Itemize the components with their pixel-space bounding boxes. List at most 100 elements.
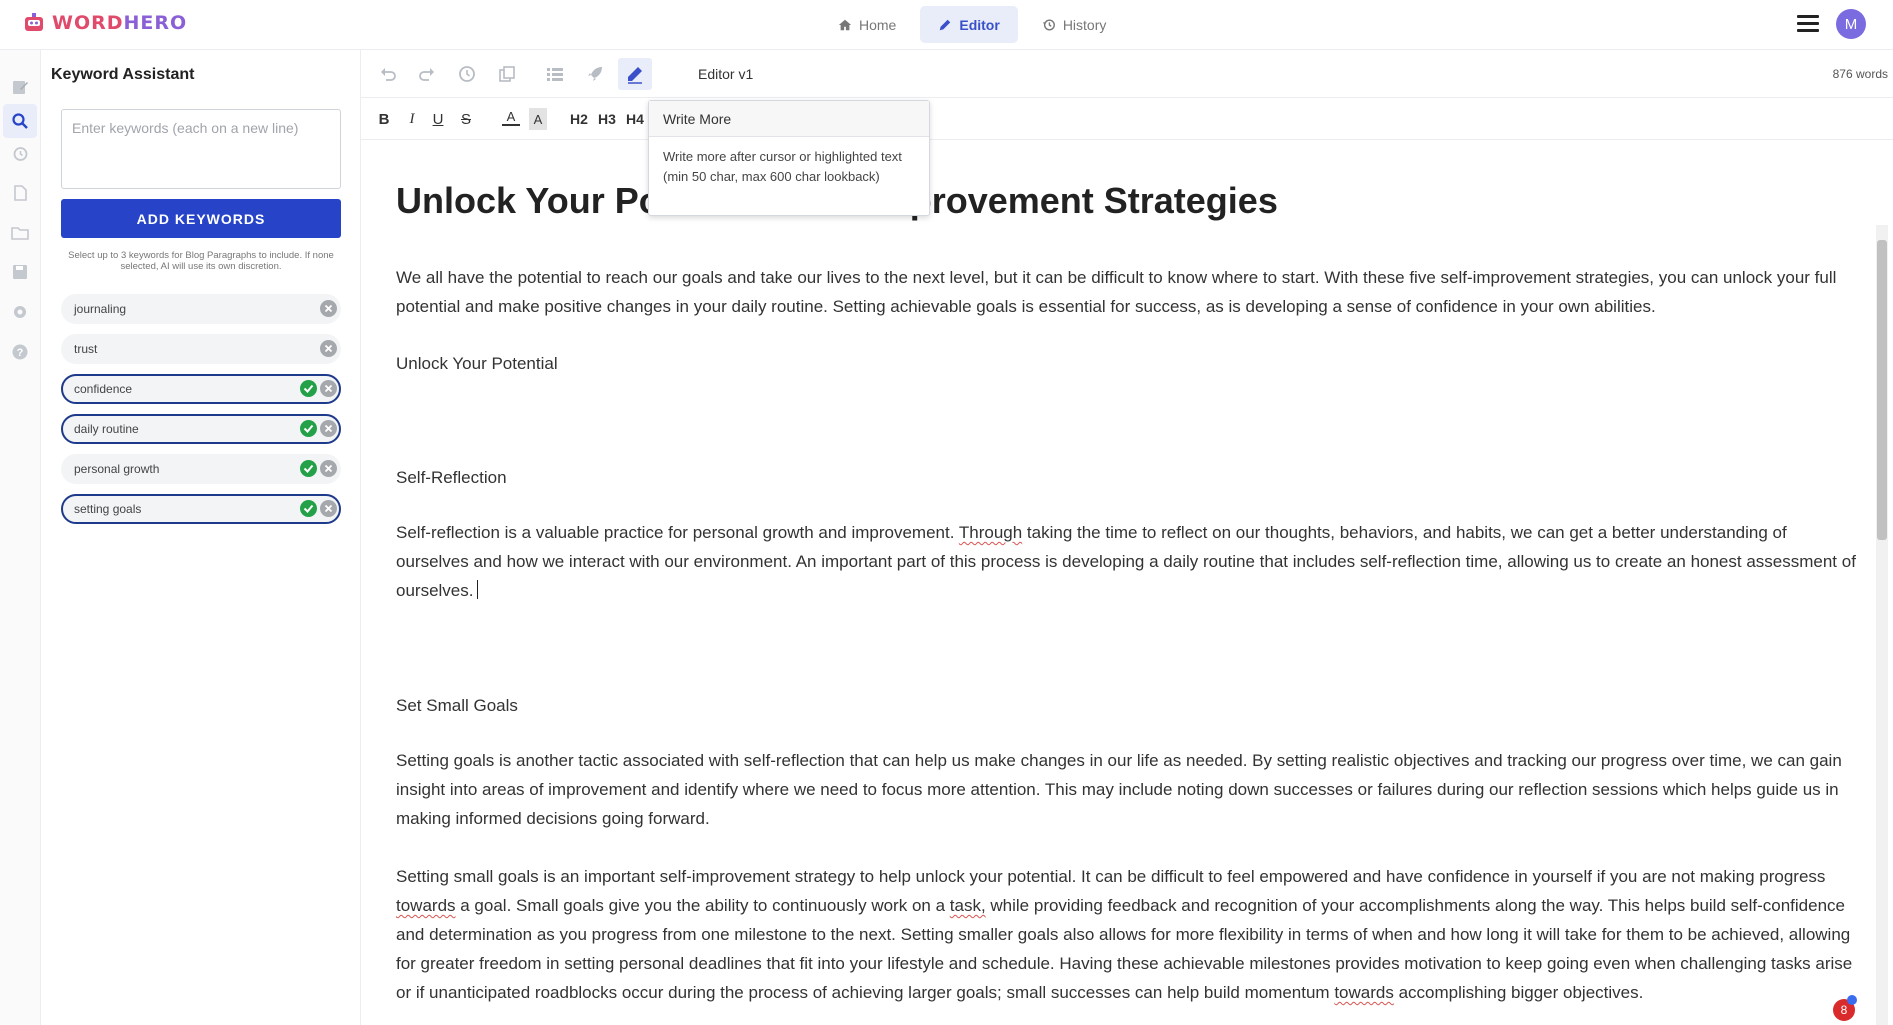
check-icon xyxy=(300,460,317,477)
svg-text:?: ? xyxy=(17,347,24,359)
rail-help[interactable]: ? xyxy=(3,335,37,369)
nav-home-label: Home xyxy=(859,16,897,33)
keyword-chip-trust[interactable]: trust xyxy=(61,334,341,364)
edit-icon xyxy=(13,81,28,94)
scrollbar-thumb[interactable] xyxy=(1877,240,1887,540)
logo-hero: HERO xyxy=(123,12,188,34)
nav-home[interactable]: Home xyxy=(820,6,914,43)
nav-history-label: History xyxy=(1062,16,1107,33)
document-editor[interactable]: Unlock Your Po provement Strategies We al… xyxy=(396,140,1876,1025)
flagged-word[interactable]: towards xyxy=(396,896,456,915)
redo-button[interactable] xyxy=(410,58,444,90)
undo-button[interactable] xyxy=(371,58,405,90)
rail-document[interactable] xyxy=(3,176,37,210)
editor-scrollbar[interactable] xyxy=(1876,225,1888,1025)
menu-icon[interactable] xyxy=(1797,15,1819,33)
format-toolbar: B I U S A A H2 H3 H4 xyxy=(361,98,1893,140)
main-nav: Home Editor History xyxy=(820,6,1124,43)
icon-rail: ? xyxy=(0,50,41,1025)
keyword-chip-journaling[interactable]: journaling xyxy=(61,294,341,324)
heading-set-small-goals[interactable]: Set Small Goals xyxy=(396,696,518,716)
copy-button[interactable] xyxy=(490,58,524,90)
self-reflection-paragraph[interactable]: Self-reflection is a valuable practice f… xyxy=(396,518,1861,605)
history-icon xyxy=(13,147,28,161)
heading-2-button[interactable]: H2 xyxy=(570,108,588,130)
nav-history[interactable]: History xyxy=(1024,6,1125,43)
font-color-button[interactable]: A xyxy=(502,108,520,126)
remove-keyword-icon[interactable] xyxy=(320,300,337,317)
avatar[interactable]: M xyxy=(1836,9,1866,39)
keyword-label: trust xyxy=(74,342,98,356)
list-icon xyxy=(547,68,563,81)
strikethrough-button[interactable]: S xyxy=(457,108,475,130)
remove-keyword-icon[interactable] xyxy=(320,500,337,517)
check-icon xyxy=(300,420,317,437)
rail-history[interactable] xyxy=(3,137,37,171)
wordhero-logo-icon xyxy=(25,13,43,31)
tooltip-title: Write More xyxy=(649,101,929,137)
logo[interactable]: WORDHERO xyxy=(22,11,187,35)
write-more-pencil-icon xyxy=(628,67,642,84)
remove-keyword-icon[interactable] xyxy=(320,460,337,477)
keyword-chip-setting-goals[interactable]: setting goals xyxy=(61,494,341,524)
rocket-icon xyxy=(588,67,602,81)
document-title-right: provement Strategies xyxy=(909,180,1278,221)
remove-keyword-icon[interactable] xyxy=(320,420,337,437)
remove-keyword-icon[interactable] xyxy=(320,340,337,357)
italic-button[interactable]: I xyxy=(403,108,421,130)
nav-editor[interactable]: Editor xyxy=(920,6,1018,43)
keyword-chip-personal-growth[interactable]: personal growth xyxy=(61,454,341,484)
outline-button[interactable] xyxy=(538,58,572,90)
notification-plus-icon xyxy=(1847,995,1857,1005)
keyword-assistant-title: Keyword Assistant xyxy=(51,66,195,83)
help-icon: ? xyxy=(12,344,28,360)
underline-button[interactable]: U xyxy=(429,108,447,130)
keywords-input[interactable] xyxy=(61,109,341,189)
heading-3-button[interactable]: H3 xyxy=(598,108,616,130)
text-run: a goal. Small goals give you the ability… xyxy=(455,896,950,915)
heading-self-reflection[interactable]: Self-Reflection xyxy=(396,468,507,488)
remove-keyword-icon[interactable] xyxy=(320,380,337,397)
history-button[interactable] xyxy=(450,58,484,90)
gear-icon xyxy=(14,306,26,318)
pencil-icon xyxy=(940,19,951,30)
text-run: Setting small goals is an important self… xyxy=(396,867,1826,886)
check-icon xyxy=(300,500,317,517)
flagged-word[interactable]: Through xyxy=(959,523,1022,542)
keyword-label: daily routine xyxy=(74,422,139,436)
flagged-word[interactable]: towards xyxy=(1334,983,1394,1002)
editor-name[interactable]: Editor v1 xyxy=(698,66,753,82)
word-count: 876 words xyxy=(1832,67,1888,81)
folder-icon xyxy=(11,227,29,240)
rail-folder[interactable] xyxy=(3,216,37,250)
goals-paragraph-1[interactable]: Setting goals is another tactic associat… xyxy=(396,746,1861,833)
undo-icon xyxy=(381,68,396,81)
save-icon xyxy=(13,265,27,279)
editor-toolbar: Editor v1 876 words xyxy=(361,50,1893,98)
heading-unlock-your-potential[interactable]: Unlock Your Potential xyxy=(396,354,558,374)
add-keywords-button[interactable]: ADD KEYWORDS xyxy=(61,199,341,238)
text-run: accomplishing bigger objectives. xyxy=(1393,983,1644,1002)
write-more-button[interactable] xyxy=(618,58,652,90)
clock-icon xyxy=(459,66,475,82)
copy-icon xyxy=(499,66,515,82)
rail-settings[interactable] xyxy=(3,295,37,329)
text-run: Self-reflection is a valuable practice f… xyxy=(396,523,959,542)
heading-4-button[interactable]: H4 xyxy=(626,108,644,130)
document-title-left: Unlock Your Po xyxy=(396,180,661,221)
home-icon xyxy=(838,19,852,30)
goals-paragraph-2[interactable]: Setting small goals is an important self… xyxy=(396,862,1861,1007)
keyword-label: confidence xyxy=(74,382,133,396)
keyword-assistant-panel: Keyword Assistant ADD KEYWORDS Select up… xyxy=(41,50,361,1025)
rail-save[interactable] xyxy=(3,255,37,289)
launch-button[interactable] xyxy=(578,58,612,90)
rail-search[interactable] xyxy=(3,104,37,138)
keyword-chip-daily-routine[interactable]: daily routine xyxy=(61,414,341,444)
highlight-button[interactable]: A xyxy=(529,108,547,130)
keyword-chip-confidence[interactable]: confidence xyxy=(61,374,341,404)
bold-button[interactable]: B xyxy=(375,108,393,130)
flagged-word[interactable]: task, xyxy=(950,896,986,915)
intro-paragraph[interactable]: We all have the potential to reach our g… xyxy=(396,263,1861,321)
rail-edit[interactable] xyxy=(3,70,37,104)
keyword-list: journaling trust confidence daily routin… xyxy=(61,294,341,534)
